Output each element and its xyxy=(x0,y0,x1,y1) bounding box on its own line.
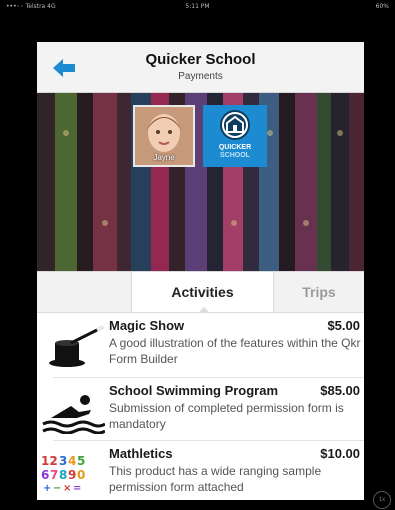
navigation-bar: Quicker School Payments xyxy=(37,42,364,93)
list-item-swimming-program[interactable]: School Swimming Program $85.00 Submissio… xyxy=(37,378,364,440)
back-button[interactable] xyxy=(49,55,79,81)
zoom-button[interactable]: 1x xyxy=(373,491,391,509)
svg-text:6: 6 xyxy=(41,468,49,482)
school-banner: Jayne QUICKER SCHOOL xyxy=(37,93,364,271)
svg-text:12: 12 xyxy=(41,454,58,468)
student-name: Jayne xyxy=(153,153,175,162)
tab-trips[interactable]: Trips xyxy=(274,272,364,312)
svg-text:3: 3 xyxy=(59,454,67,468)
student-avatar[interactable]: Jayne xyxy=(133,105,195,167)
tab-trips-label: Trips xyxy=(302,284,336,300)
logo-text-line1: QUICKER xyxy=(218,144,252,151)
item-title: School Swimming Program xyxy=(109,383,279,398)
item-title: Mathletics xyxy=(109,446,173,461)
bookshelf-image xyxy=(37,93,364,271)
numbers-icon: 12 3 4 5 6 7 8 9 0 + − × = xyxy=(41,454,85,494)
svg-text:7: 7 xyxy=(50,468,58,482)
svg-text:9: 9 xyxy=(68,468,76,482)
list-item-mathletics[interactable]: 12 3 4 5 6 7 8 9 0 + − × = Mathletics $1… xyxy=(37,441,364,500)
svg-text:=: = xyxy=(73,483,81,494)
page-title: Quicker School xyxy=(145,51,256,68)
svg-text:−: − xyxy=(53,483,61,494)
activity-list: Magic Show $5.00 A good illustration of … xyxy=(37,313,364,500)
item-price: $85.00 xyxy=(320,383,360,398)
clock: 5:11 PM xyxy=(185,3,210,10)
svg-text:4: 4 xyxy=(68,454,76,468)
tab-activities-label: Activities xyxy=(171,284,234,300)
svg-text:0: 0 xyxy=(77,468,85,482)
svg-text:+: + xyxy=(43,483,51,494)
school-logo: QUICKER SCHOOL xyxy=(203,105,267,167)
list-item-magic-show[interactable]: Magic Show $5.00 A good illustration of … xyxy=(37,313,364,375)
battery-indicator: 60% xyxy=(375,3,389,10)
category-tabs: Activities Trips xyxy=(37,271,364,313)
svg-text:8: 8 xyxy=(59,468,67,482)
svg-text:×: × xyxy=(63,483,71,494)
back-arrow-icon xyxy=(53,59,75,77)
item-title: Magic Show xyxy=(109,318,185,333)
page-subtitle: Payments xyxy=(178,71,223,82)
item-price: $10.00 xyxy=(320,446,360,461)
school-logo-icon xyxy=(220,110,250,140)
logo-text-line2: SCHOOL xyxy=(220,152,250,159)
item-description: Submission of completed permission form … xyxy=(109,401,344,431)
status-bar: •••◦◦ Telstra 4G 5:11 PM 60% xyxy=(0,0,395,14)
tab-activities[interactable]: Activities xyxy=(131,272,274,313)
item-description: A good illustration of the features with… xyxy=(109,336,361,366)
app-window: Quicker School Payments Jayne QUICKER SC… xyxy=(37,42,364,500)
swimmer-icon xyxy=(42,395,105,434)
magic-hat-icon xyxy=(49,325,104,367)
item-description: This product has a wide ranging sample p… xyxy=(109,464,322,494)
item-price: $5.00 xyxy=(327,318,360,333)
svg-text:5: 5 xyxy=(77,454,85,468)
